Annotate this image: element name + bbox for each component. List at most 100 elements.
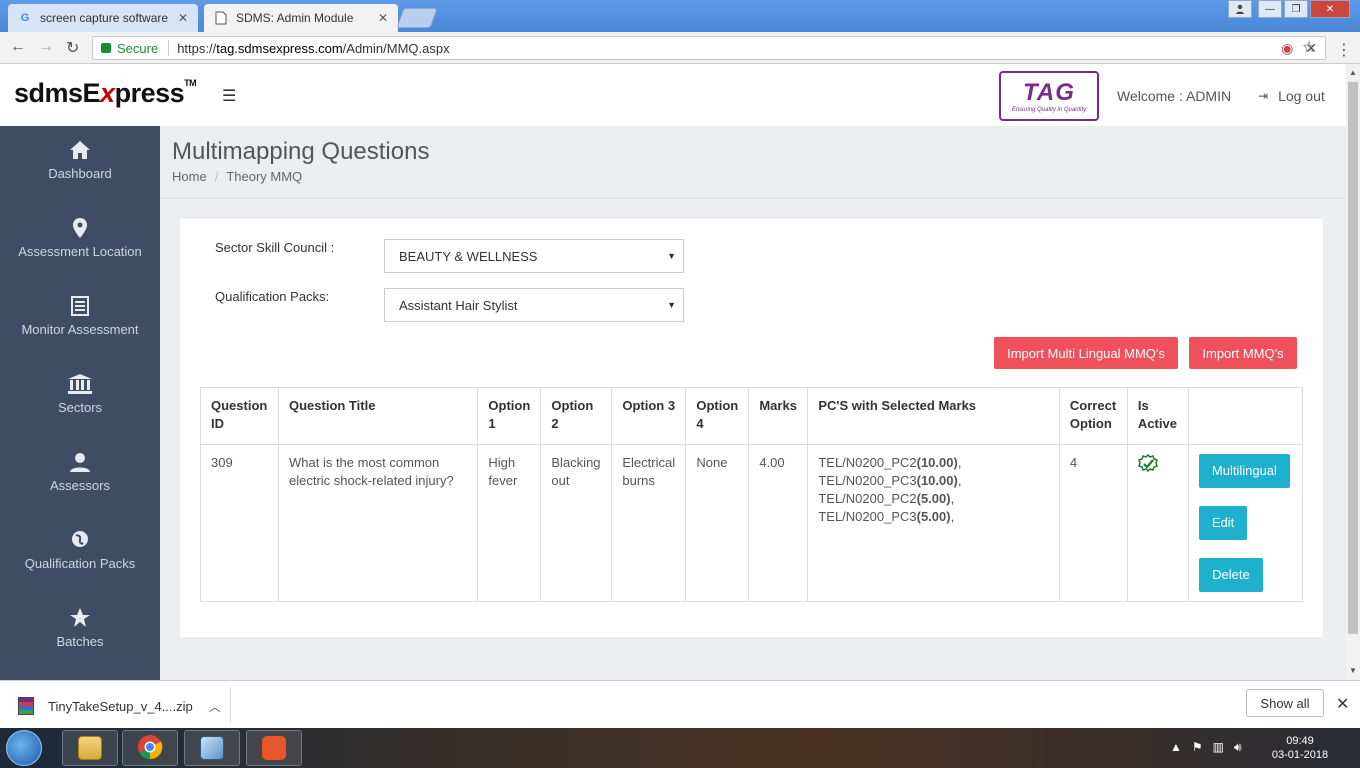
cell-marks: 4.00 [748, 444, 809, 602]
pc-entry: TEL/N0200_PC3(10.00), [818, 473, 962, 488]
taskbar-virtualbox[interactable] [184, 730, 240, 766]
close-icon[interactable]: ✕ [1336, 694, 1349, 714]
show-all-button[interactable]: Show all [1246, 689, 1324, 717]
taskbar-explorer[interactable] [62, 730, 118, 766]
header-question-title: Question Title [277, 387, 479, 445]
close-window-button[interactable]: ✕ [1310, 0, 1350, 18]
tray-expand-icon[interactable]: ▲ [1170, 740, 1182, 755]
header-marks: Marks [748, 387, 809, 445]
edit-button[interactable]: Edit [1198, 506, 1247, 540]
lock-icon [101, 43, 111, 53]
breadcrumb-home[interactable]: Home [172, 169, 207, 184]
sector-skill-council-label: Sector Skill Council : [215, 240, 335, 255]
network-icon[interactable]: ▥ [1213, 740, 1224, 755]
sidebar-item-assessment-location[interactable]: Assessment Location [0, 204, 160, 282]
windows-taskbar: ▲ ⚑ ▥ 🔊︎ 09:49 03-01-2018 [0, 728, 1360, 768]
flag-icon[interactable]: ⚑ [1192, 740, 1203, 755]
logout-link[interactable]: ⇥ Log out [1258, 88, 1325, 104]
home-icon [0, 126, 160, 159]
header-option-3: Option 3 [611, 387, 687, 445]
bookmark-star-icon[interactable]: ☆ [1302, 37, 1316, 57]
delete-button[interactable]: Delete [1198, 558, 1263, 592]
sector-skill-council-select[interactable]: BEAUTY & WELLNESS ▼ [384, 239, 684, 273]
chrome-icon [137, 734, 163, 763]
forward-arrow-icon[interactable]: → [38, 38, 54, 56]
restore-window-button[interactable]: ❐ [1284, 0, 1308, 18]
cell-option-2: Blacking out [540, 444, 613, 602]
pc-entry: TEL/N0200_PC2(5.00), [818, 491, 955, 506]
folder-icon [78, 736, 102, 760]
sidebar-item-sectors[interactable]: Sectors [0, 360, 160, 438]
reload-icon[interactable]: ↻ [66, 38, 79, 58]
page-scrollbar[interactable]: ▲ ▼ [1346, 64, 1360, 680]
sidebar-item-dashboard[interactable]: Dashboard [0, 126, 160, 204]
star-icon [0, 594, 160, 627]
import-mmq-button[interactable]: Import MMQ's [1189, 337, 1297, 369]
cell-question-title: What is the most common electric shock-r… [277, 444, 479, 602]
new-tab-button[interactable] [396, 8, 438, 28]
download-filename: TinyTakeSetup_v_4....zip [48, 698, 193, 714]
archive-file-icon [18, 697, 34, 715]
brand-logo[interactable]: sdmsExpressTM [14, 78, 197, 109]
header-is-active: Is Active [1126, 387, 1189, 445]
partner-logo: TAG Ensuring Quality in Quantity [999, 71, 1099, 121]
sidebar-item-qualification-packs[interactable]: Qualification Packs [0, 516, 160, 594]
taskbar-screen-recorder[interactable] [246, 730, 302, 766]
header-option-1: Option 1 [477, 387, 542, 445]
document-icon [214, 11, 228, 25]
breadcrumb: Home / Theory MMQ [172, 169, 303, 184]
breadcrumb-current: Theory MMQ [226, 169, 303, 184]
browser-tab-sdms[interactable]: SDMS: Admin Module ✕ [204, 4, 398, 32]
scroll-up-icon[interactable]: ▲ [1349, 68, 1357, 77]
close-tab-icon[interactable]: ✕ [178, 11, 188, 25]
blocked-content-icon[interactable]: ◉ [1281, 40, 1293, 56]
browser-tab-google[interactable]: G screen capture software ✕ [8, 4, 198, 32]
multilingual-button[interactable]: Multilingual [1198, 454, 1290, 488]
active-check-icon [1137, 453, 1158, 474]
download-item[interactable]: TinyTakeSetup_v_4....zip ︿ [18, 697, 221, 715]
import-multilingual-mmq-button[interactable]: Import Multi Lingual MMQ's [994, 337, 1178, 369]
header-option-4: Option 4 [685, 387, 750, 445]
table-header-row: Question ID Question Title Option 1 Option… [200, 387, 1304, 445]
qualification-packs-select[interactable]: Assistant Hair Stylist ▼ [384, 288, 684, 322]
scroll-thumb[interactable] [1348, 82, 1358, 634]
sidebar-item-assessors[interactable]: Assessors [0, 438, 160, 516]
separator [168, 40, 170, 56]
caret-down-icon: ▼ [667, 300, 676, 310]
windows-start-button[interactable] [6, 730, 42, 766]
divider [160, 198, 1346, 199]
close-tab-icon[interactable]: ✕ [378, 11, 388, 25]
header-correct-option: Correct Option [1058, 387, 1128, 445]
volume-icon[interactable]: 🔊︎ [1234, 740, 1242, 755]
tab-label: SDMS: Admin Module [236, 11, 354, 25]
secure-label: Secure [117, 40, 159, 56]
browser-menu-icon[interactable]: ⋮ [1336, 40, 1352, 60]
scroll-down-icon[interactable]: ▼ [1349, 666, 1357, 675]
minimize-window-button[interactable]: — [1258, 0, 1282, 18]
cube-icon [200, 736, 224, 760]
back-arrow-icon[interactable]: ← [10, 38, 26, 56]
hamburger-menu-icon[interactable]: ☰ [222, 86, 236, 106]
user-profile-icon[interactable] [1228, 0, 1252, 18]
bank-icon [0, 360, 160, 394]
download-bar: TinyTakeSetup_v_4....zip ︿ Show all ✕ [0, 680, 1360, 728]
table-row: 309 What is the most common electric sho… [200, 444, 1304, 602]
chevron-up-icon[interactable]: ︿ [209, 698, 221, 715]
main-content: Multimapping Questions Home / Theory MMQ S… [160, 126, 1346, 680]
browser-toolbar: ← → ↻ Secure https://tag.sdmsexpress.com… [0, 32, 1360, 64]
cell-option-3: Electrical burns [611, 444, 687, 602]
taskbar-chrome[interactable] [122, 730, 178, 766]
header-question-id: Question ID [200, 387, 279, 445]
page-title: Multimapping Questions [172, 138, 430, 165]
sidebar-item-monitor-assessment[interactable]: Monitor Assessment [0, 282, 160, 360]
sidebar-item-batches[interactable]: Batches [0, 594, 160, 672]
header-option-2: Option 2 [540, 387, 613, 445]
system-clock[interactable]: 09:49 03-01-2018 [1270, 734, 1330, 762]
cell-is-active [1126, 444, 1189, 602]
map-marker-icon [0, 204, 160, 238]
camera-icon [262, 736, 286, 760]
address-bar[interactable]: Secure https://tag.sdmsexpress.com/Admin… [92, 36, 1326, 60]
browser-tab-strip: G screen capture software ✕ SDMS: Admin … [0, 0, 1360, 32]
pc-entry: TEL/N0200_PC3(5.00), [818, 509, 955, 524]
header-actions [1187, 387, 1304, 445]
